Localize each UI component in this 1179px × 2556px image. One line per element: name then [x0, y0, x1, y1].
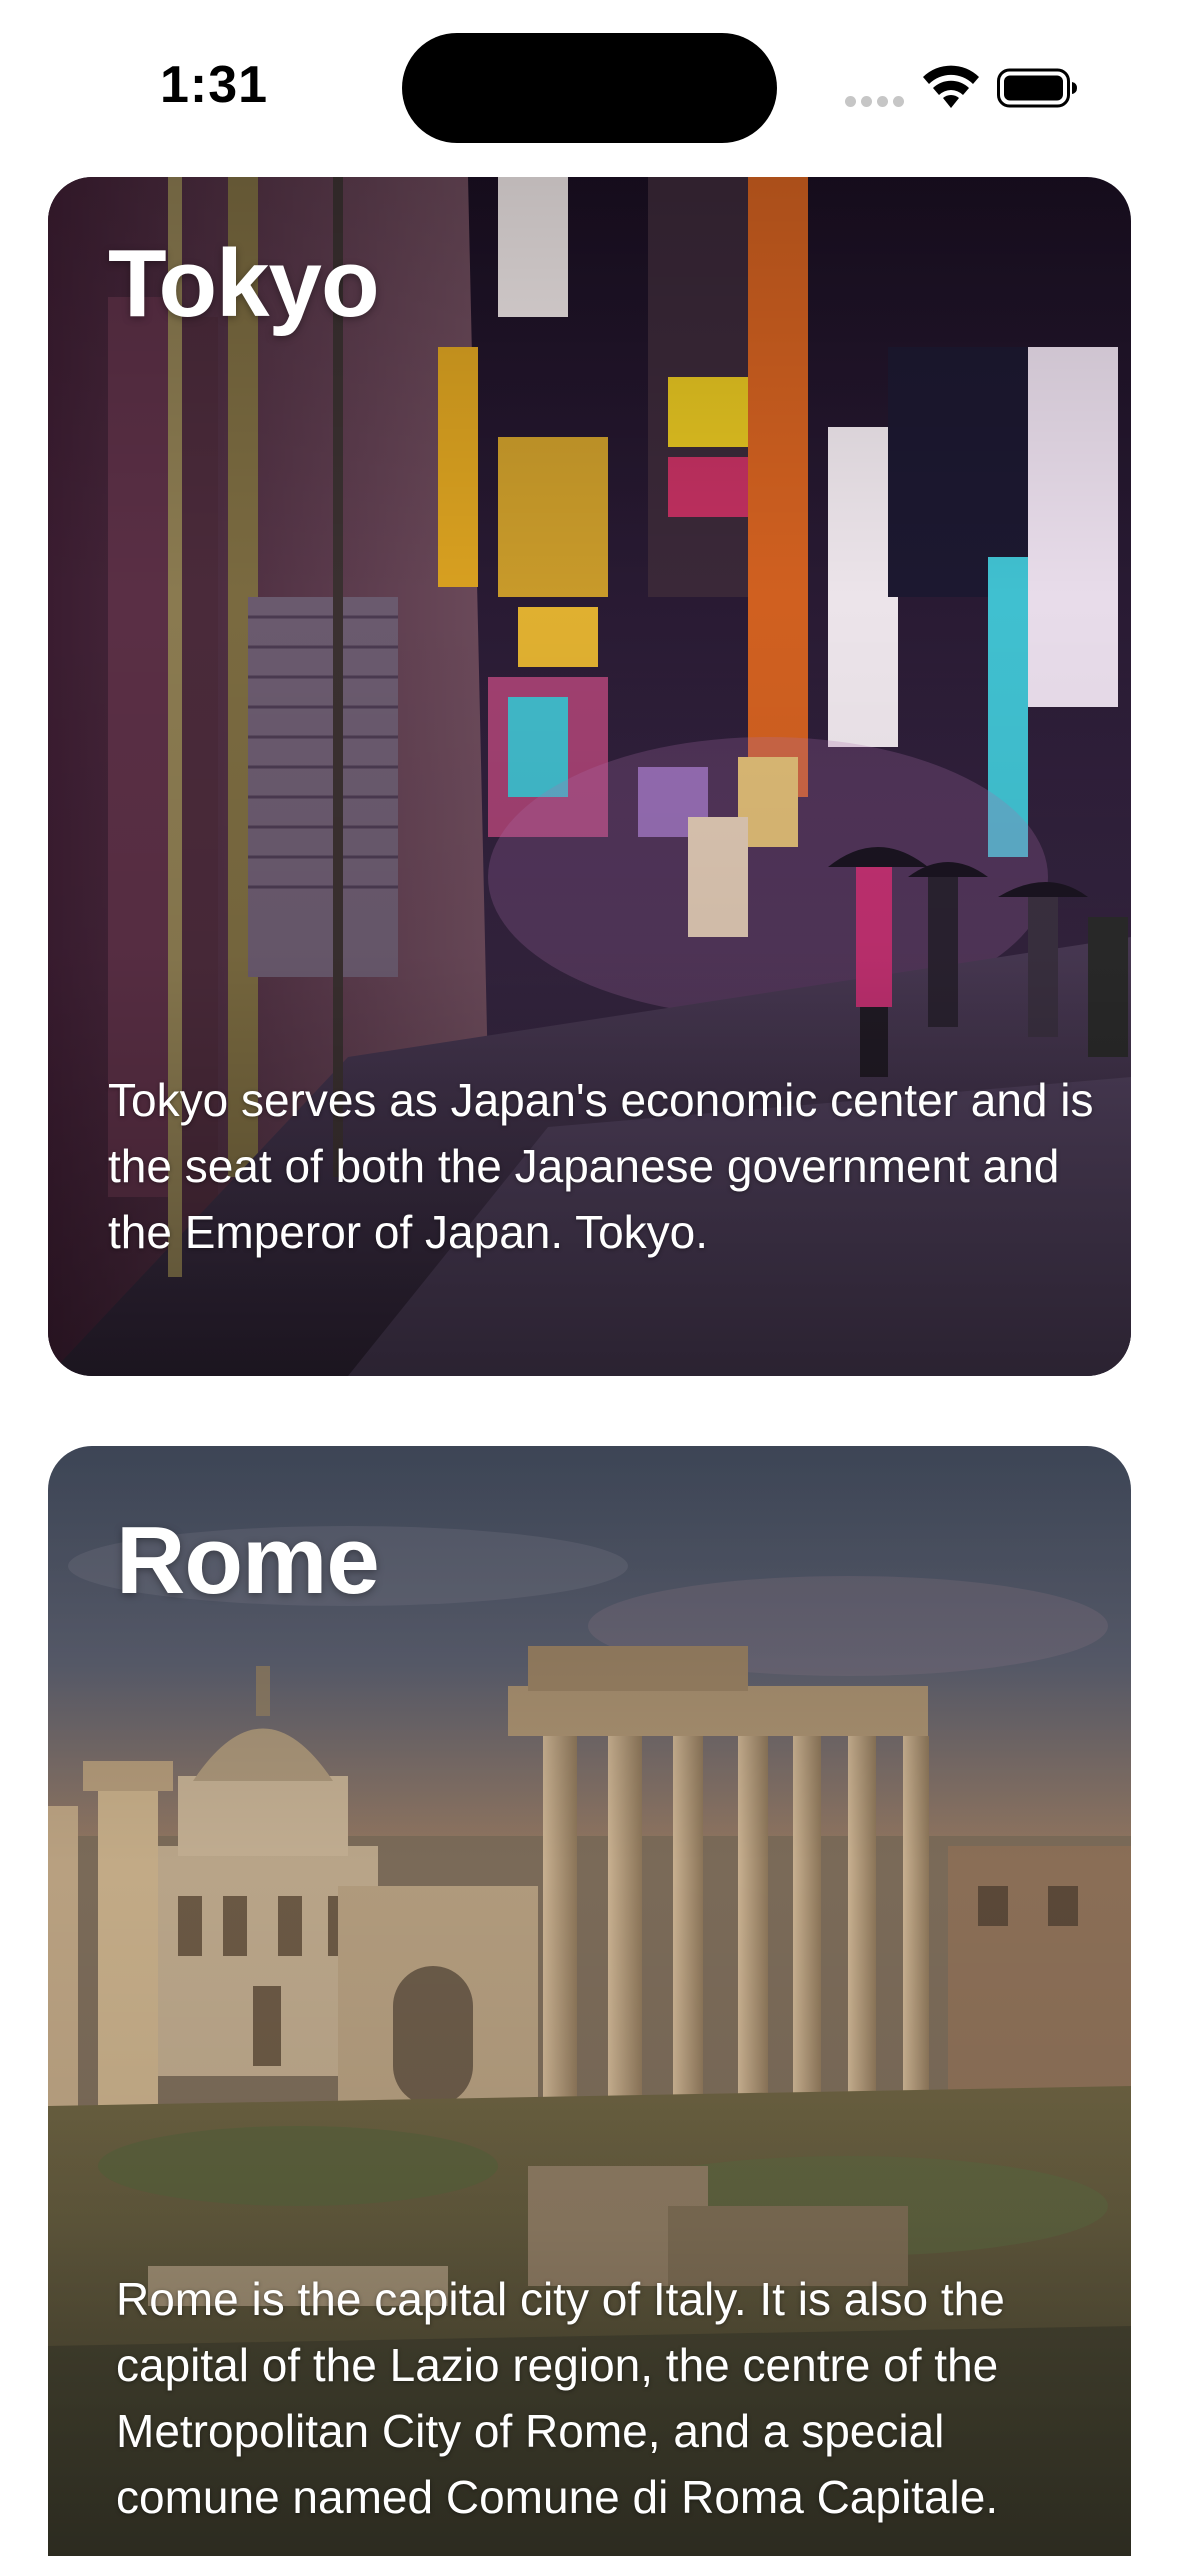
cellular-signal-icon	[845, 96, 905, 108]
status-bar: 1:31	[0, 0, 1179, 170]
card-description: Tokyo serves as Japan's economic center …	[108, 1074, 1094, 1258]
city-card-tokyo[interactable]: Tokyo Tokyo serves as Japan's economic c…	[48, 177, 1131, 1376]
status-time: 1:31	[160, 56, 269, 114]
card-title: Rome	[116, 1507, 380, 1614]
battery-icon	[997, 68, 1077, 108]
card-description: Rome is the capital city of Italy. It is…	[116, 2273, 1005, 2523]
city-card-rome[interactable]: Rome Rome is the capital city of Italy. …	[48, 1446, 1131, 2556]
dynamic-island	[402, 33, 777, 143]
card-title: Tokyo	[108, 230, 380, 337]
wifi-icon	[923, 65, 979, 108]
screen: 1:31 Tokyo Tokyo serves as Japan's econo…	[0, 0, 1179, 2556]
